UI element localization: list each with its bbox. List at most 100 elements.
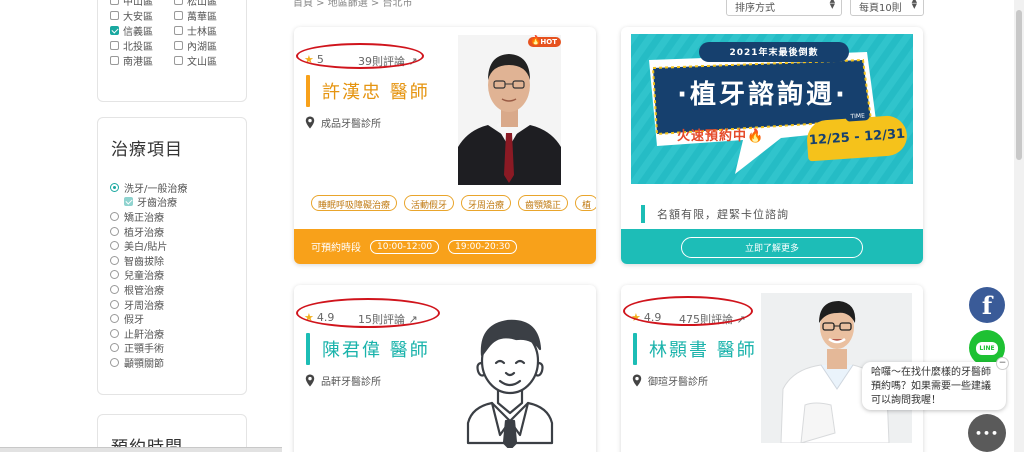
highlight-oval: [623, 296, 753, 326]
promo-title: ·植牙諮詢週·: [677, 80, 848, 110]
district-label: 北投區: [123, 41, 153, 53]
radio-icon[interactable]: [110, 343, 119, 353]
checkbox-icon[interactable]: [110, 55, 119, 65]
scrollbar-thumb[interactable]: [1016, 10, 1022, 160]
time-slot-pill[interactable]: 10:00-12:00: [370, 239, 440, 254]
district-option[interactable]: 內湖區: [174, 38, 238, 53]
location-pin-icon: [632, 374, 642, 387]
district-option[interactable]: 北投區: [110, 38, 174, 53]
treatment-option[interactable]: 正顎手術: [110, 341, 187, 355]
checkbox-icon[interactable]: [174, 55, 183, 65]
promo-cta-text: 火速預約中: [677, 129, 748, 144]
horizontal-scrollbar[interactable]: [0, 447, 282, 452]
chat-button[interactable]: •••: [968, 414, 1006, 452]
treatment-option[interactable]: 假牙: [110, 311, 187, 326]
checkbox-checked-icon[interactable]: [124, 197, 133, 207]
more-dots-icon: •••: [974, 426, 1000, 440]
promo-note: 名額有限，趕緊卡位諮詢: [657, 208, 789, 221]
treatment-tag[interactable]: 活動假牙: [404, 195, 455, 211]
district-label: 文山區: [187, 56, 217, 68]
radio-selected-icon[interactable]: [110, 182, 119, 192]
treatment-option[interactable]: 根管治療: [110, 282, 187, 297]
district-option[interactable]: 南港區: [110, 53, 174, 68]
radio-icon[interactable]: [110, 357, 119, 367]
district-option[interactable]: 文山區: [174, 53, 238, 68]
radio-icon[interactable]: [110, 284, 119, 294]
treatment-option[interactable]: 兒童治療: [110, 268, 187, 283]
name-accent-bar: [306, 75, 310, 107]
treatment-option[interactable]: 顳顎關節: [110, 355, 187, 370]
breadcrumb[interactable]: 首頁 > 地區篩選 > 台北市: [293, 0, 412, 9]
treatment-label: 智齒拔除: [124, 256, 164, 268]
doctor-card[interactable]: ★ 5 39則評論 ↗ 許漢忠 醫師 成品牙醫診所 🔥 HOT 睡眠呼吸障礙治療…: [294, 27, 596, 264]
time-slot-pill[interactable]: 19:00-20:30: [448, 239, 518, 254]
treatment-label: 洗牙/一般治療: [124, 183, 188, 195]
treatment-option[interactable]: 智齒拔除: [110, 253, 187, 268]
doctor-name-row[interactable]: 林顥書 醫師: [633, 333, 757, 365]
treatment-tag[interactable]: 睡眠呼吸障礙治療: [311, 195, 398, 211]
sort-select[interactable]: 排序方式 ▲ ▼: [726, 0, 842, 16]
promo-note-row: 名額有限，趕緊卡位諮詢: [641, 205, 789, 223]
note-accent-bar: [641, 205, 645, 223]
district-option[interactable]: 松山區: [174, 0, 238, 8]
checkbox-icon[interactable]: [110, 10, 119, 20]
checkbox-icon[interactable]: [174, 40, 183, 50]
district-label: 萬華區: [187, 11, 217, 23]
line-icon: LINE: [976, 341, 998, 355]
chat-close-button[interactable]: −: [996, 357, 1009, 370]
treatment-option[interactable]: 牙周治療: [110, 297, 187, 312]
district-label: 內湖區: [187, 41, 217, 53]
radio-icon[interactable]: [110, 314, 119, 324]
treatment-tags: 睡眠呼吸障礙治療 活動假牙 牙周治療 齒顎矯正植: [311, 195, 596, 211]
radio-icon[interactable]: [110, 226, 119, 236]
treatment-filter-panel: 治療項目 洗牙/一般治療 牙齒治療 矯正治療 植牙治療美白/貼片智齒拔除兒童治療 根管治…: [97, 117, 247, 395]
chat-prompt-bubble[interactable]: 哈囉～在找什麼樣的牙醫師預約嗎？如果需要一些建議可以詢問我喔！: [862, 362, 1006, 410]
per-page-select[interactable]: 每頁10則 ▲ ▼: [850, 0, 924, 16]
checkbox-icon[interactable]: [174, 25, 183, 35]
treatment-label: 顳顎關節: [124, 358, 164, 370]
treatment-label: 美白/貼片: [124, 242, 168, 254]
treatment-title: 治療項目: [111, 140, 183, 160]
flame-icon: 🔥: [530, 36, 542, 46]
district-option[interactable]: 萬華區: [174, 8, 238, 23]
avatar-illustration-icon: [466, 319, 554, 448]
learn-more-button[interactable]: 立即了解更多: [681, 237, 863, 258]
treatment-label: 牙周治療: [124, 300, 164, 312]
district-option[interactable]: 信義區: [110, 23, 174, 38]
radio-icon[interactable]: [110, 255, 119, 265]
treatment-option[interactable]: 植牙治療: [110, 224, 187, 239]
radio-icon[interactable]: [110, 299, 119, 309]
checkbox-icon[interactable]: [110, 40, 119, 50]
district-option[interactable]: 士林區: [174, 23, 238, 38]
treatment-option[interactable]: 矯正治療: [110, 209, 187, 224]
treatment-label: 兒童治療: [124, 271, 164, 283]
radio-icon[interactable]: [110, 211, 119, 221]
radio-icon[interactable]: [110, 270, 119, 280]
promo-card[interactable]: 2021年末最後倒數 ·植牙諮詢週· 火速預約中🔥 TIME 12/25 - 1…: [621, 27, 923, 264]
treatment-tag[interactable]: 齒顎矯正: [518, 195, 569, 211]
treatment-option[interactable]: 止鼾治療: [110, 326, 187, 341]
treatment-option[interactable]: 洗牙/一般治療: [110, 180, 187, 195]
doctor-photo[interactable]: 🔥 HOT: [458, 35, 561, 185]
checkbox-icon[interactable]: [174, 0, 183, 5]
doctor-name-row[interactable]: 陳君偉 醫師: [306, 333, 430, 365]
doctor-card[interactable]: ★ 4.9 15則評論 ↗ 陳君偉 醫師 品軒牙醫診所: [294, 285, 596, 452]
checkbox-checked-icon[interactable]: [110, 25, 119, 35]
district-option[interactable]: 中山區: [110, 0, 174, 8]
doctor-avatar-placeholder[interactable]: [458, 303, 562, 448]
radio-icon[interactable]: [110, 241, 119, 251]
treatment-option[interactable]: 美白/貼片: [110, 238, 187, 253]
doctor-name-row[interactable]: 許漢忠 醫師: [306, 75, 430, 107]
promo-footer: 立即了解更多: [621, 229, 923, 264]
checkbox-icon[interactable]: [110, 0, 119, 5]
checkbox-icon[interactable]: [174, 10, 183, 20]
treatment-tag[interactable]: 牙周治療: [461, 195, 512, 211]
sort-select-label: 排序方式: [735, 3, 775, 14]
treatment-tag[interactable]: 植: [575, 195, 596, 211]
promo-banner[interactable]: 2021年末最後倒數 ·植牙諮詢週· 火速預約中🔥 TIME 12/25 - 1…: [631, 34, 913, 184]
hot-badge-label: HOT: [540, 38, 557, 46]
treatment-option[interactable]: 牙齒治療: [110, 195, 187, 209]
facebook-button[interactable]: f: [969, 287, 1005, 323]
district-option[interactable]: 大安區: [110, 8, 174, 23]
radio-icon[interactable]: [110, 328, 119, 338]
